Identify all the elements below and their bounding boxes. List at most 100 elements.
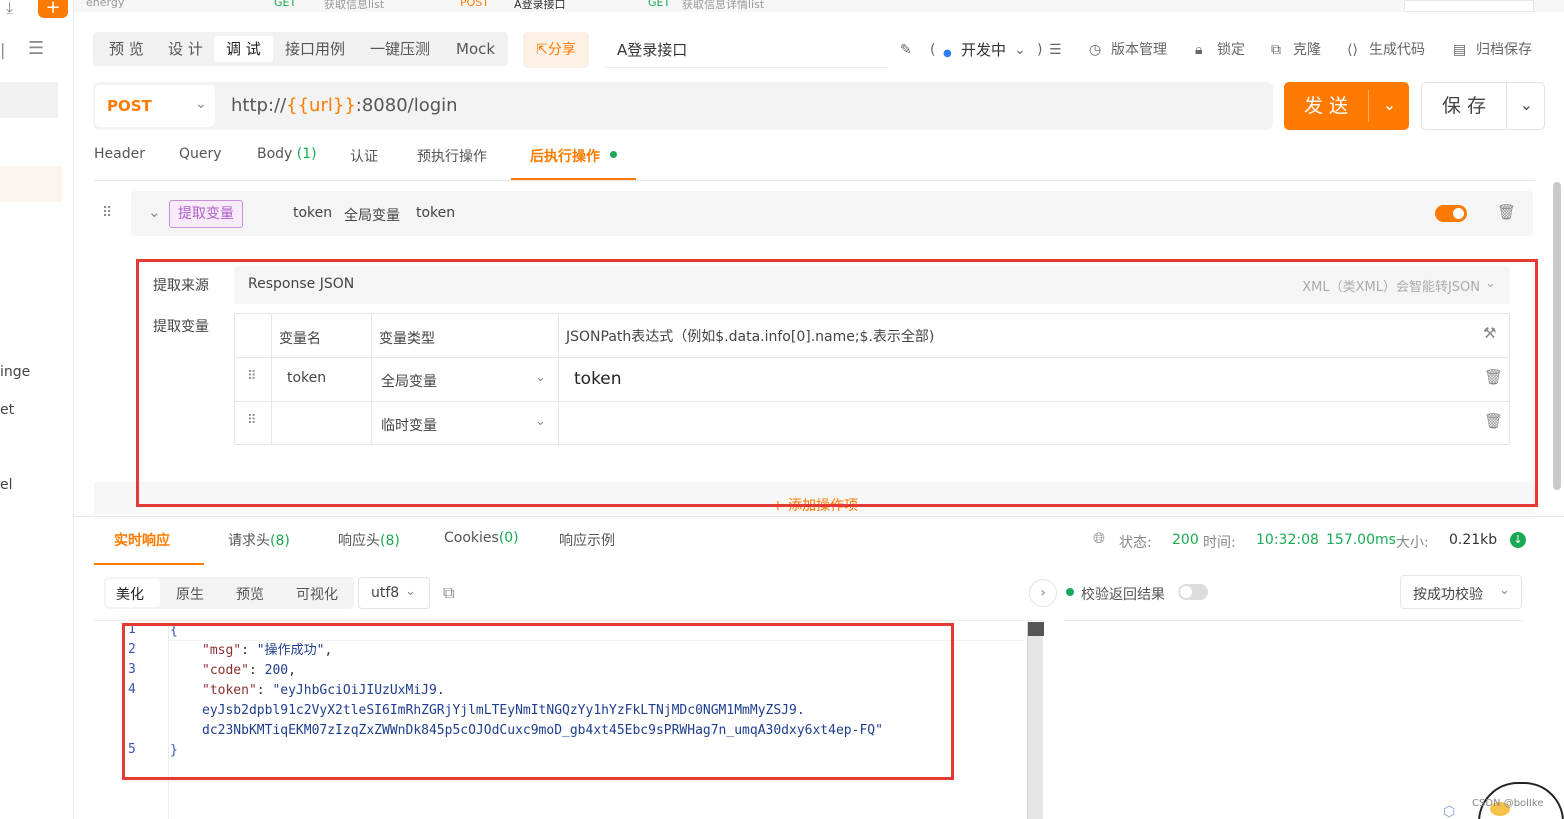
code-icon: ⟨⟩ <box>1347 42 1358 58</box>
chevron-down-icon: ⌄ <box>405 584 416 599</box>
op-expression: token <box>416 205 456 221</box>
op-scope: 全局变量 <box>344 208 400 224</box>
left-sidebar: ⤓ + ☰ | inge et el <box>0 0 74 819</box>
share-button[interactable]: ⇱分享 <box>523 32 589 68</box>
tab-live-response[interactable]: 实时响应 <box>114 530 170 550</box>
tab-response-example[interactable]: 响应示例 <box>559 530 615 550</box>
save-button-group: 保 存 ⌄ <box>1421 82 1545 130</box>
copy-icon[interactable]: ⧉ <box>443 585 454 601</box>
duration-value: 157.00ms <box>1326 532 1396 548</box>
status-code: 200 <box>1172 532 1199 548</box>
chevron-down-icon: ⌄ <box>1499 583 1510 598</box>
validate-mode-select[interactable]: 按成功校验 ⌄ <box>1400 575 1522 609</box>
tab-pre-ops[interactable]: 预执行操作 <box>417 146 487 166</box>
active-tab-indicator <box>511 178 636 180</box>
time-value: 10:32:08 <box>1256 532 1319 548</box>
list-icon[interactable]: ☰ <box>1049 41 1062 59</box>
cube-icon: ⬡ <box>1443 804 1456 819</box>
size-value: 0.21kb <box>1449 532 1498 548</box>
save-button[interactable]: 保 存 <box>1422 83 1506 129</box>
tab-body[interactable]: Body (1) <box>257 146 317 162</box>
chevron-right-icon[interactable]: › <box>1029 579 1057 607</box>
lock-button[interactable]: 锁定 <box>1217 41 1245 59</box>
api-name-input[interactable]: A登录接口 <box>605 32 888 68</box>
status-select[interactable]: 开发中 <box>961 41 1006 59</box>
operation-header[interactable]: ⌄ 提取变量 token 全局变量 token 🗑︎ <box>131 191 1533 236</box>
tab-cookies[interactable]: Cookies(0) <box>444 530 519 546</box>
clone-button[interactable]: 克隆 <box>1293 41 1321 59</box>
copy-icon: ⧉ <box>1271 42 1281 58</box>
tab-test-cases[interactable]: 接口用例 <box>273 36 357 62</box>
sidebar-item-label[interactable]: el <box>0 477 13 493</box>
status-label: 状态: <box>1119 535 1152 551</box>
trash-icon[interactable]: 🗑︎ <box>1497 205 1516 220</box>
url-bar: POST ⌄ http://{{url}}:8080/login <box>93 82 1273 130</box>
tab-design[interactable]: 设 计 <box>156 36 215 62</box>
chevron-down-icon: ⌄ <box>1014 42 1026 58</box>
tab-raw[interactable]: 原生 <box>176 584 204 604</box>
top-tab-strip: energy GET 获取信息list POST A登录接口 GET 获取信息详… <box>74 0 1564 12</box>
send-options-icon[interactable]: ⌄ <box>1370 82 1409 130</box>
tab-auth[interactable]: 认证 <box>350 146 378 166</box>
validate-toggle[interactable] <box>1178 584 1208 600</box>
status-dot-icon: ● <box>943 48 952 59</box>
encoding-select[interactable]: utf8 ⌄ <box>358 577 430 609</box>
tab-title[interactable]: 获取信息list <box>324 0 384 12</box>
sidebar-item-label[interactable]: et <box>0 402 14 418</box>
op-type-badge: 提取变量 <box>169 200 243 228</box>
globe-icon: 🌐︎ <box>1093 529 1106 547</box>
send-button[interactable]: 发 送 <box>1284 82 1368 130</box>
save-options-icon[interactable]: ⌄ <box>1508 83 1545 129</box>
clock-icon: ◷ <box>1089 42 1102 58</box>
chevron-down-icon: ⌄ <box>195 96 207 112</box>
active-tab-indicator <box>94 563 204 565</box>
tab-mock[interactable]: Mock <box>444 36 507 62</box>
archive-icon: ▤ <box>1453 42 1467 58</box>
archive-button[interactable]: 归档保存 <box>1476 41 1532 59</box>
highlight-box <box>122 623 954 780</box>
url-variable: {{url}} <box>286 95 356 116</box>
tab-stress-test[interactable]: 一键压测 <box>358 36 442 62</box>
drag-handle-icon[interactable]: ⠿ <box>102 206 112 220</box>
tab-query[interactable]: Query <box>179 146 222 162</box>
validate-mode-value: 按成功校验 <box>1413 587 1483 603</box>
tab-debug[interactable]: 调 试 <box>214 36 273 62</box>
edit-icon[interactable]: ✎ <box>900 41 912 59</box>
download-icon[interactable]: ↓ <box>1510 532 1526 548</box>
env-selector[interactable] <box>1404 0 1534 12</box>
tab-header[interactable]: Header <box>94 146 145 162</box>
status-dot-icon <box>1066 588 1074 596</box>
tab-request-headers[interactable]: 请求头(8) <box>228 530 290 550</box>
method-select[interactable]: POST ⌄ <box>95 85 215 127</box>
tab-visualize[interactable]: 可视化 <box>296 584 338 604</box>
gen-code-button[interactable]: 生成代码 <box>1369 41 1425 59</box>
url-input[interactable]: http://{{url}}:8080/login <box>231 95 458 116</box>
tab-energy[interactable]: energy <box>86 0 124 9</box>
menu-collapse-icon[interactable]: ☰ <box>28 40 44 58</box>
enable-toggle[interactable] <box>1435 205 1467 222</box>
status-dot-icon <box>610 151 617 158</box>
import-icon[interactable]: ⤓ <box>6 0 13 16</box>
version-button[interactable]: 版本管理 <box>1111 41 1167 59</box>
tab-beautify[interactable]: 美化 <box>116 584 144 604</box>
editor-scrollbar[interactable] <box>1027 622 1044 819</box>
tab-title[interactable]: A登录接口 <box>514 0 566 12</box>
share-icon: ⇱ <box>536 42 548 58</box>
watermark: CSDN @bolIke <box>1472 798 1544 809</box>
chevron-down-icon[interactable]: ⌄ <box>148 205 161 220</box>
tab-post-ops[interactable]: 后执行操作 <box>530 146 600 166</box>
sidebar-item[interactable] <box>0 82 58 118</box>
scrollbar[interactable] <box>1553 182 1561 490</box>
highlight-box <box>136 259 1538 507</box>
lock-icon: 🔒︎ <box>1195 42 1203 58</box>
time-label: 时间: <box>1203 535 1236 551</box>
sidebar-item-label[interactable]: inge <box>0 364 30 380</box>
method-label: POST <box>107 97 152 115</box>
sidebar-item-selected[interactable] <box>0 166 62 202</box>
tab-preview[interactable]: 预 览 <box>97 36 156 62</box>
tab-preview[interactable]: 预览 <box>236 584 264 604</box>
add-icon[interactable]: + <box>38 0 68 18</box>
tab-response-headers[interactable]: 响应头(8) <box>338 530 400 550</box>
tab-title[interactable]: 获取信息详情list <box>682 0 764 12</box>
size-label: 大小: <box>1396 535 1429 551</box>
